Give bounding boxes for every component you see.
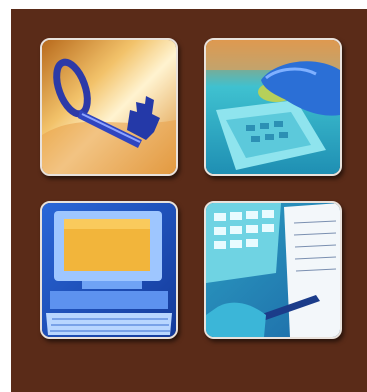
background-panel [11,9,367,392]
desktop-computer-icon [42,203,176,337]
cash-register-tile[interactable] [204,38,342,176]
computer-tile[interactable] [40,201,178,339]
key-tile[interactable] [40,38,178,176]
calculator-pen-document-icon [206,203,340,337]
key-icon [42,40,176,174]
calculator-tile[interactable] [204,201,342,339]
cash-register-hand-icon [206,40,340,174]
